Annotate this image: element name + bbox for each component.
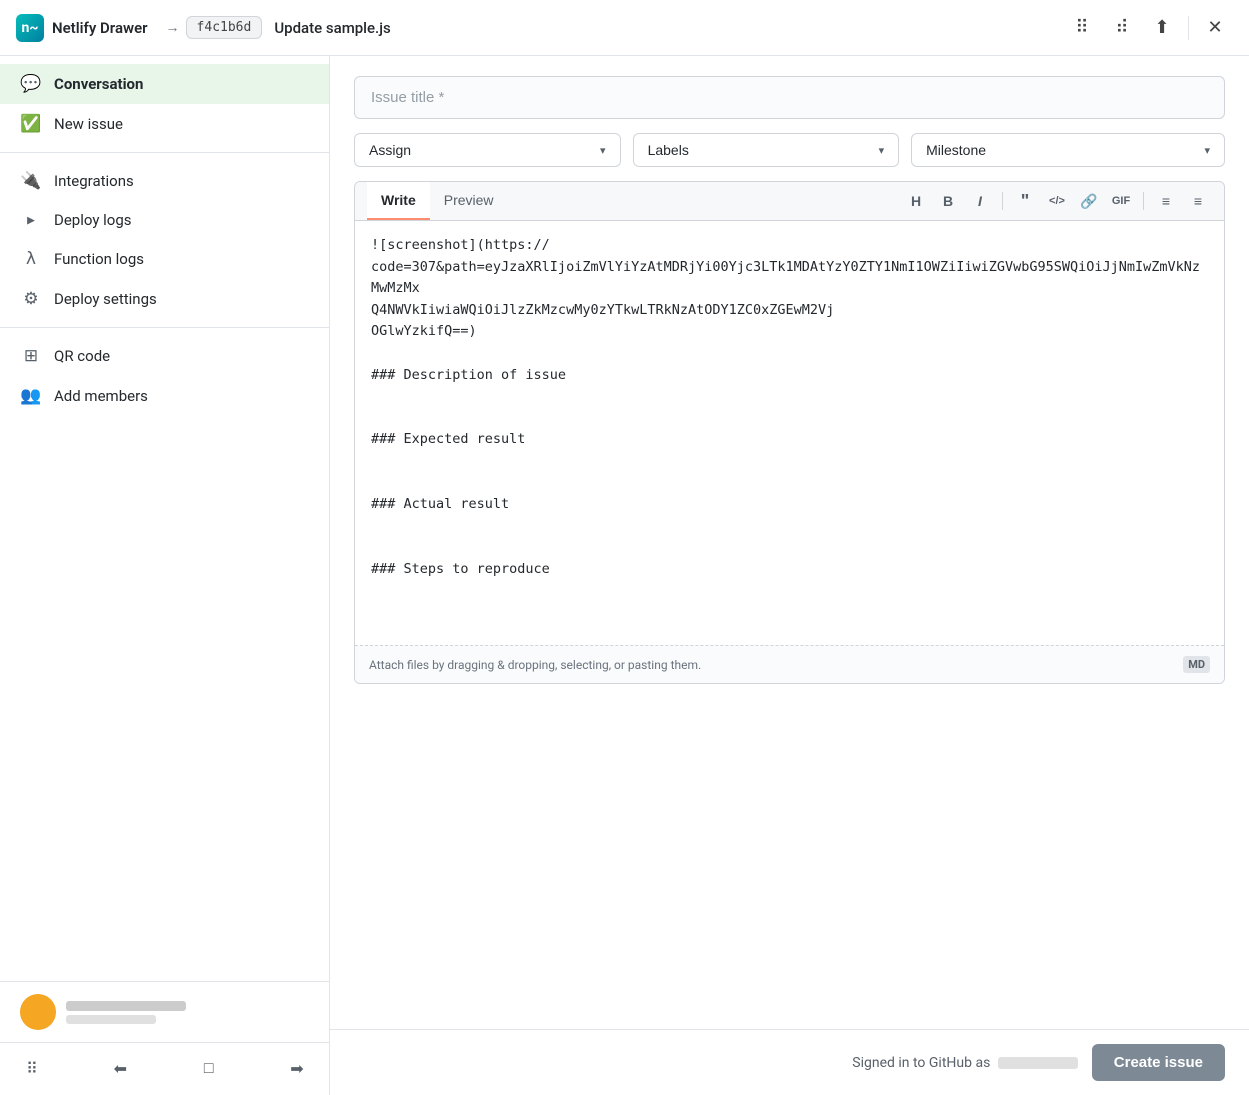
- sidebar-item-integrations-label: Integrations: [54, 172, 134, 190]
- tab-write[interactable]: Write: [367, 182, 430, 220]
- header-actions: ⠿ ⠾ ⬆ ✕: [1064, 10, 1233, 46]
- grid-icon-button[interactable]: ⠿: [16, 1053, 48, 1085]
- nav-divider-2: [0, 327, 329, 328]
- header-divider: [1188, 16, 1189, 40]
- page-title: Update sample.js: [274, 19, 1064, 37]
- sidebar-nav: 💬 Conversation ✅ New issue 🔌 Integration…: [0, 56, 329, 981]
- header-arrow-icon: →: [166, 19, 180, 36]
- issue-title-input[interactable]: [354, 76, 1225, 119]
- toolbar-code-button[interactable]: </>: [1043, 187, 1071, 215]
- sidebar-item-qr-code[interactable]: ⊞ QR code: [0, 336, 329, 376]
- sidebar-footer: [0, 981, 329, 1042]
- close-button[interactable]: ✕: [1197, 10, 1233, 46]
- dropdowns-row: Assign ▾ Labels ▾ Milestone ▾: [354, 133, 1225, 167]
- sidebar-item-conversation-label: Conversation: [54, 75, 143, 93]
- labels-dropdown[interactable]: Labels ▾: [633, 133, 900, 167]
- assign-dropdown[interactable]: Assign ▾: [354, 133, 621, 167]
- assign-label: Assign: [369, 142, 411, 158]
- deploy-logs-icon: ▶: [20, 213, 42, 228]
- screenshot1-button[interactable]: ⠿: [1064, 10, 1100, 46]
- new-issue-icon: ✅: [20, 114, 42, 134]
- markdown-icon: MD: [1183, 656, 1210, 673]
- user-text: [66, 1001, 186, 1024]
- labels-label: Labels: [648, 142, 689, 158]
- screenshot2-button[interactable]: ⠾: [1104, 10, 1140, 46]
- editor-toolbar: H B I " </> 🔗 GIF ≡ ≡: [902, 187, 1212, 215]
- collapse-right-button[interactable]: ➡: [281, 1053, 313, 1085]
- editor-textarea[interactable]: ![screenshot](https:// code=307&path=eyJ…: [355, 221, 1224, 641]
- avatar: [20, 994, 56, 1030]
- conversation-icon: 💬: [20, 74, 42, 94]
- create-issue-button[interactable]: Create issue: [1092, 1044, 1225, 1081]
- sidebar-item-deploy-settings[interactable]: ⚙ Deploy settings: [0, 279, 329, 319]
- toolbar-bold-button[interactable]: B: [934, 187, 962, 215]
- brand-name: Netlify Drawer: [52, 19, 148, 37]
- sidebar-bottom-actions: ⠿ ⬅ □ ➡: [0, 1042, 329, 1095]
- user-handle: [66, 1015, 156, 1024]
- signed-in-text: Signed in to GitHub as: [852, 1055, 1078, 1071]
- sidebar-item-deploy-logs[interactable]: ▶ Deploy logs: [0, 201, 329, 239]
- integrations-icon: 🔌: [20, 171, 42, 191]
- editor-body: ![screenshot](https:// code=307&path=eyJ…: [355, 221, 1224, 645]
- header: n~ Netlify Drawer → f4c1b6d Update sampl…: [0, 0, 1249, 56]
- commit-hash: f4c1b6d: [186, 16, 263, 39]
- sidebar-item-function-logs-label: Function logs: [54, 250, 144, 268]
- assign-chevron-icon: ▾: [600, 144, 606, 157]
- sidebar-item-new-issue[interactable]: ✅ New issue: [0, 104, 329, 144]
- add-members-icon: 👥: [20, 386, 42, 406]
- sidebar-item-new-issue-label: New issue: [54, 115, 123, 133]
- collapse-left-button[interactable]: ⬅: [104, 1053, 136, 1085]
- signed-in-username: [998, 1057, 1078, 1069]
- milestone-label: Milestone: [926, 142, 986, 158]
- tab-preview[interactable]: Preview: [430, 182, 508, 220]
- user-name: [66, 1001, 186, 1011]
- editor-tabs: Write Preview H B I " </> 🔗 GIF ≡ ≡: [355, 182, 1224, 221]
- sidebar-item-conversation[interactable]: 💬 Conversation: [0, 64, 329, 104]
- sidebar-item-add-members-label: Add members: [54, 387, 148, 405]
- toolbar-quote-button[interactable]: ": [1011, 187, 1039, 215]
- sidebar-item-deploy-logs-label: Deploy logs: [54, 211, 132, 229]
- toolbar-separator-1: [1002, 192, 1003, 210]
- square-button[interactable]: □: [193, 1053, 225, 1085]
- share-button[interactable]: ⬆: [1144, 10, 1180, 46]
- content-area: Assign ▾ Labels ▾ Milestone ▾ Write Prev…: [330, 56, 1249, 1029]
- toolbar-list-unordered-button[interactable]: ≡: [1152, 187, 1180, 215]
- milestone-chevron-icon: ▾: [1204, 144, 1210, 157]
- toolbar-link-button[interactable]: 🔗: [1075, 187, 1103, 215]
- sidebar-item-function-logs[interactable]: λ Function logs: [0, 239, 329, 279]
- header-logo: n~ Netlify Drawer: [16, 14, 148, 42]
- editor-footer-text: Attach files by dragging & dropping, sel…: [369, 658, 701, 672]
- toolbar-list-ordered-button[interactable]: ≡: [1184, 187, 1212, 215]
- labels-chevron-icon: ▾: [879, 144, 885, 157]
- netlify-logo-icon: n~: [16, 14, 44, 42]
- editor-footer: Attach files by dragging & dropping, sel…: [355, 645, 1224, 683]
- sidebar-item-deploy-settings-label: Deploy settings: [54, 290, 157, 308]
- sidebar-item-add-members[interactable]: 👥 Add members: [0, 376, 329, 416]
- sidebar-item-qr-code-label: QR code: [54, 347, 110, 365]
- function-logs-icon: λ: [20, 249, 42, 269]
- qr-code-icon: ⊞: [20, 346, 42, 366]
- toolbar-italic-button[interactable]: I: [966, 187, 994, 215]
- sidebar-item-integrations[interactable]: 🔌 Integrations: [0, 161, 329, 201]
- main-layout: 💬 Conversation ✅ New issue 🔌 Integration…: [0, 56, 1249, 1095]
- toolbar-gif-button[interactable]: GIF: [1107, 187, 1135, 215]
- sidebar: 💬 Conversation ✅ New issue 🔌 Integration…: [0, 56, 330, 1095]
- toolbar-heading-button[interactable]: H: [902, 187, 930, 215]
- nav-divider-1: [0, 152, 329, 153]
- bottom-bar: Signed in to GitHub as Create issue: [330, 1029, 1249, 1095]
- user-info: [20, 994, 309, 1030]
- toolbar-separator-2: [1143, 192, 1144, 210]
- editor-container: Write Preview H B I " </> 🔗 GIF ≡ ≡: [354, 181, 1225, 684]
- deploy-settings-icon: ⚙: [20, 289, 42, 309]
- milestone-dropdown[interactable]: Milestone ▾: [911, 133, 1225, 167]
